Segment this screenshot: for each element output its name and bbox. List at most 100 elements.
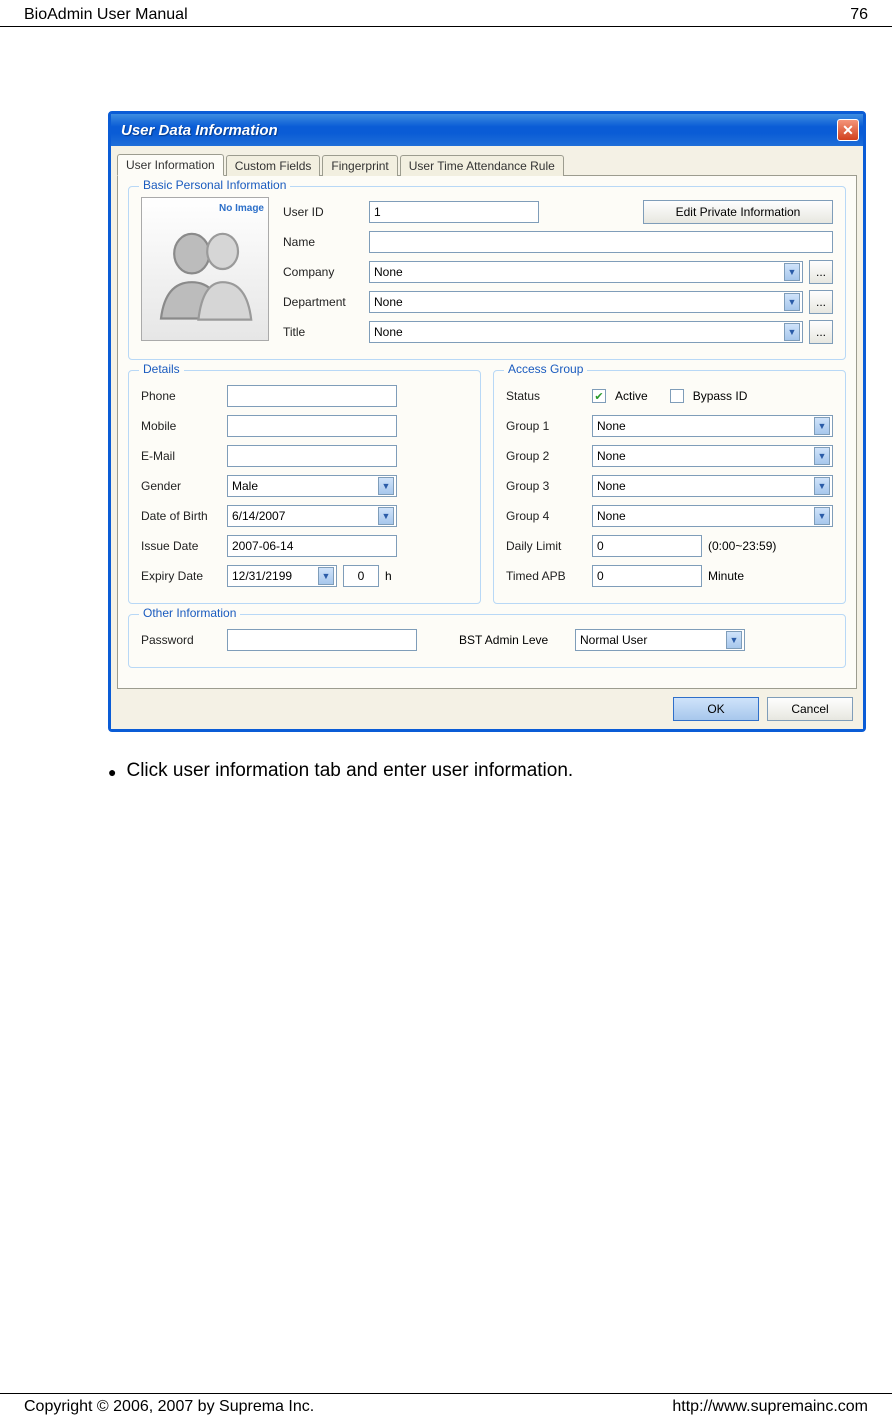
chevron-down-icon: ▼: [814, 507, 830, 525]
select-admin-level[interactable]: Normal User ▼: [575, 629, 745, 651]
label-daily-hint: (0:00~23:59): [708, 539, 776, 553]
label-department: Department: [283, 295, 363, 309]
select-group1-value: None: [597, 419, 626, 433]
input-password[interactable]: [227, 629, 417, 651]
label-userid: User ID: [283, 205, 363, 219]
label-name: Name: [283, 235, 363, 249]
doc-title: BioAdmin User Manual: [24, 6, 188, 24]
select-group4[interactable]: None ▼: [592, 505, 833, 527]
select-group1[interactable]: None ▼: [592, 415, 833, 437]
company-browse-button[interactable]: ...: [809, 260, 833, 284]
label-group1: Group 1: [506, 419, 586, 433]
input-expiry-hours[interactable]: [343, 565, 379, 587]
select-gender[interactable]: Male ▼: [227, 475, 397, 497]
chevron-down-icon: ▼: [814, 477, 830, 495]
label-dob: Date of Birth: [141, 509, 221, 523]
label-daily-limit: Daily Limit: [506, 539, 586, 553]
tab-user-time-attendance[interactable]: User Time Attendance Rule: [400, 155, 564, 176]
label-email: E-Mail: [141, 449, 221, 463]
tab-user-information[interactable]: User Information: [117, 154, 224, 176]
select-title[interactable]: None ▼: [369, 321, 803, 343]
tab-strip: User Information Custom Fields Fingerpri…: [117, 152, 857, 176]
instruction-bullet: ● Click user information tab and enter u…: [0, 732, 892, 784]
close-button[interactable]: ✕: [837, 119, 859, 141]
input-issue-date[interactable]: [227, 535, 397, 557]
input-timed-apb[interactable]: [592, 565, 702, 587]
label-status: Status: [506, 389, 586, 403]
input-mobile[interactable]: [227, 415, 397, 437]
no-image-badge: No Image: [219, 204, 264, 214]
dialog-title: User Data Information: [121, 122, 278, 139]
bullet-icon: ●: [108, 760, 116, 784]
label-expiry-h: h: [385, 569, 392, 583]
label-group3: Group 3: [506, 479, 586, 493]
department-browse-button[interactable]: ...: [809, 290, 833, 314]
select-dob-value: 6/14/2007: [232, 509, 285, 523]
edit-private-info-button[interactable]: Edit Private Information: [643, 200, 833, 224]
access-group-fieldset: Access Group Status ✔ Active Bypass ID G…: [493, 370, 846, 604]
ok-button[interactable]: OK: [673, 697, 759, 721]
chevron-down-icon: ▼: [814, 447, 830, 465]
instruction-text: Click user information tab and enter use…: [126, 760, 573, 784]
select-department-value: None: [374, 295, 403, 309]
other-legend: Other Information: [139, 606, 240, 620]
chevron-down-icon: ▼: [784, 323, 800, 341]
label-company: Company: [283, 265, 363, 279]
access-legend: Access Group: [504, 362, 587, 376]
chevron-down-icon: ▼: [726, 631, 742, 649]
input-daily-limit[interactable]: [592, 535, 702, 557]
user-data-dialog: User Data Information ✕ User Information…: [108, 111, 866, 732]
details-legend: Details: [139, 362, 184, 376]
label-bypass: Bypass ID: [693, 389, 748, 403]
select-group2-value: None: [597, 449, 626, 463]
chevron-down-icon: ▼: [378, 477, 394, 495]
label-admin-level: BST Admin Leve: [459, 633, 569, 647]
input-phone[interactable]: [227, 385, 397, 407]
photo-placeholder[interactable]: No Image: [141, 197, 269, 341]
select-group2[interactable]: None ▼: [592, 445, 833, 467]
select-gender-value: Male: [232, 479, 258, 493]
input-userid[interactable]: [369, 201, 539, 223]
details-fieldset: Details Phone Mobile E-Mail Gender Male▼…: [128, 370, 481, 604]
page-number: 76: [850, 6, 868, 24]
dialog-titlebar: User Data Information ✕: [111, 114, 863, 146]
select-group3-value: None: [597, 479, 626, 493]
cancel-button[interactable]: Cancel: [767, 697, 853, 721]
input-email[interactable]: [227, 445, 397, 467]
footer-copyright: Copyright © 2006, 2007 by Suprema Inc.: [24, 1398, 314, 1416]
checkbox-bypass[interactable]: [670, 389, 684, 403]
label-timed-apb: Timed APB: [506, 569, 586, 583]
chevron-down-icon: ▼: [814, 417, 830, 435]
select-company[interactable]: None ▼: [369, 261, 803, 283]
chevron-down-icon: ▼: [378, 507, 394, 525]
select-department[interactable]: None ▼: [369, 291, 803, 313]
select-company-value: None: [374, 265, 403, 279]
label-active: Active: [615, 389, 648, 403]
label-title: Title: [283, 325, 363, 339]
chevron-down-icon: ▼: [318, 567, 334, 585]
select-group4-value: None: [597, 509, 626, 523]
title-browse-button[interactable]: ...: [809, 320, 833, 344]
label-group2: Group 2: [506, 449, 586, 463]
label-password: Password: [141, 633, 221, 647]
label-group4: Group 4: [506, 509, 586, 523]
basic-personal-fieldset: Basic Personal Information No Image: [128, 186, 846, 360]
checkbox-active[interactable]: ✔: [592, 389, 606, 403]
select-expiry[interactable]: 12/31/2199 ▼: [227, 565, 337, 587]
other-info-fieldset: Other Information Password BST Admin Lev…: [128, 614, 846, 668]
footer-url: http://www.supremainc.com: [672, 1398, 868, 1416]
label-issue: Issue Date: [141, 539, 221, 553]
select-admin-value: Normal User: [580, 633, 647, 647]
label-phone: Phone: [141, 389, 221, 403]
select-group3[interactable]: None ▼: [592, 475, 833, 497]
label-gender: Gender: [141, 479, 221, 493]
select-title-value: None: [374, 325, 403, 339]
tab-fingerprint[interactable]: Fingerprint: [322, 155, 397, 176]
select-dob[interactable]: 6/14/2007 ▼: [227, 505, 397, 527]
tab-custom-fields[interactable]: Custom Fields: [226, 155, 321, 176]
input-name[interactable]: [369, 231, 833, 253]
label-apb-unit: Minute: [708, 569, 744, 583]
silhouette-icon: [150, 214, 260, 324]
select-expiry-value: 12/31/2199: [232, 569, 292, 583]
chevron-down-icon: ▼: [784, 293, 800, 311]
